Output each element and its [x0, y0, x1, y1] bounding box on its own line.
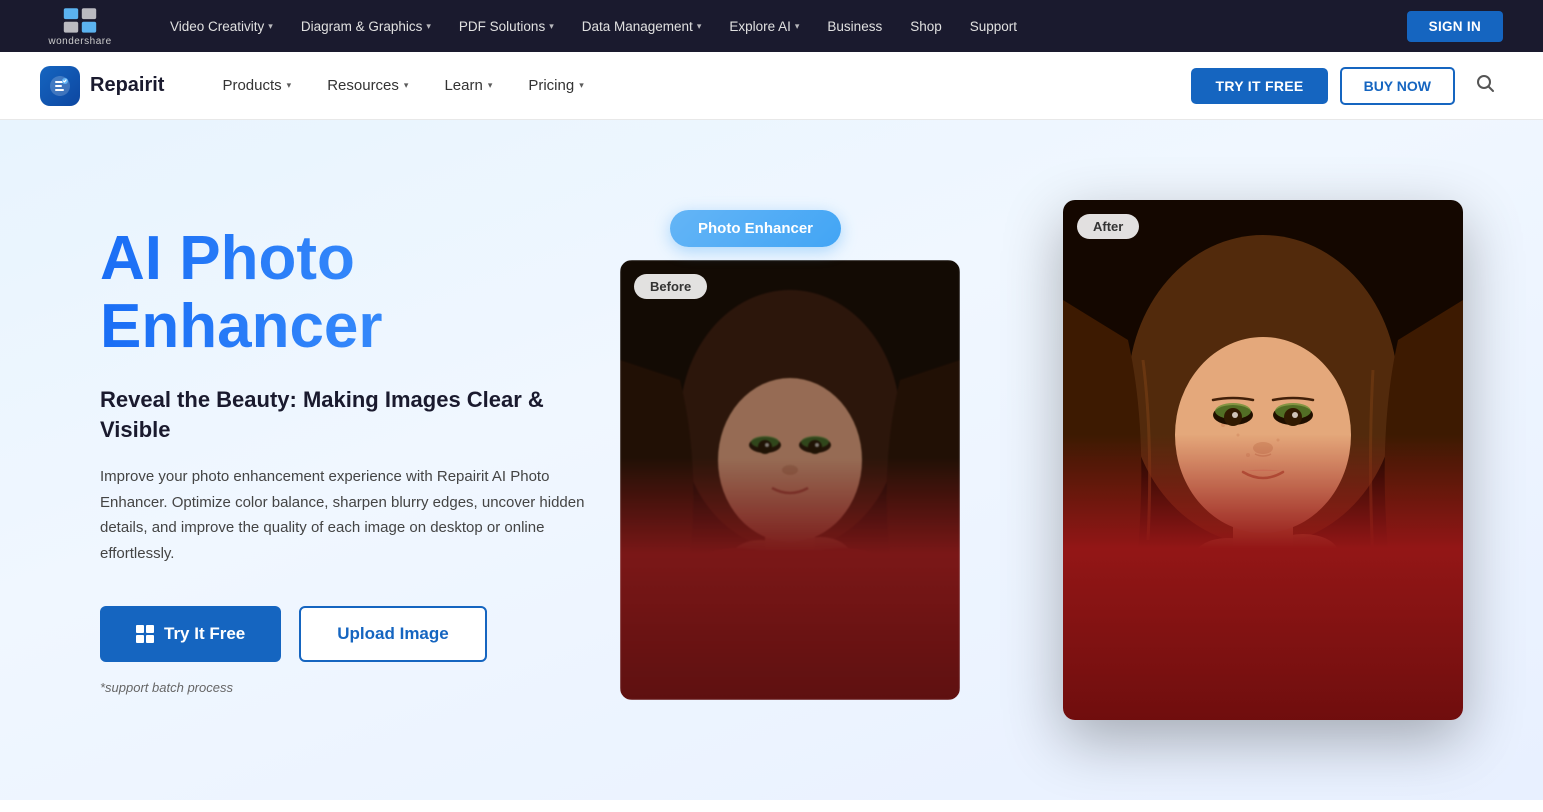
buy-now-button[interactable]: BUY NOW [1340, 67, 1455, 105]
hero-note: *support batch process [100, 680, 620, 695]
before-photo-svg [620, 260, 960, 700]
wondershare-logo-icon [62, 6, 98, 34]
second-nav-item-pricing[interactable]: Pricing ▾ [510, 52, 601, 120]
top-nav-item-support[interactable]: Support [956, 0, 1031, 52]
chevron-down-icon: ▾ [549, 21, 554, 32]
hero-subtitle: Reveal the Beauty: Making Images Clear &… [100, 385, 620, 444]
chevron-down-icon: ▾ [404, 80, 409, 91]
second-nav: Repairit Products ▾ Resources ▾ Learn ▾ … [0, 52, 1543, 120]
logo-area[interactable]: wondershare [40, 6, 120, 47]
hero-section: AI Photo Enhancer Reveal the Beauty: Mak… [0, 120, 1543, 800]
chevron-down-icon: ▾ [268, 21, 273, 32]
search-icon [1475, 73, 1495, 93]
top-nav-links: Video Creativity ▾ Diagram & Graphics ▾ … [156, 0, 1407, 52]
chevron-down-icon: ▾ [488, 80, 493, 91]
before-label: Before [634, 274, 707, 299]
wondershare-logo-text: wondershare [48, 36, 111, 47]
second-nav-item-products[interactable]: Products ▾ [204, 52, 309, 120]
before-photo [620, 260, 960, 700]
sign-in-button[interactable]: SIGN IN [1407, 11, 1503, 42]
after-image-wrap: After [1063, 200, 1463, 720]
top-nav-right: SIGN IN [1407, 11, 1503, 42]
brand-area[interactable]: Repairit [40, 66, 164, 106]
top-nav-item-pdf-solutions[interactable]: PDF Solutions ▾ [445, 0, 568, 52]
chevron-down-icon: ▾ [697, 21, 702, 32]
top-nav-item-business[interactable]: Business [813, 0, 896, 52]
hero-description: Improve your photo enhancement experienc… [100, 464, 590, 566]
top-nav-item-data-management[interactable]: Data Management ▾ [568, 0, 716, 52]
hero-try-free-button[interactable]: Try It Free [100, 606, 281, 662]
chevron-down-icon: ▾ [287, 80, 292, 91]
chevron-down-icon: ▾ [579, 80, 584, 91]
top-nav: wondershare Video Creativity ▾ Diagram &… [0, 0, 1543, 52]
try-free-button[interactable]: TRY IT FREE [1191, 68, 1327, 104]
hero-content: AI Photo Enhancer Reveal the Beauty: Mak… [100, 225, 620, 696]
top-nav-item-explore-ai[interactable]: Explore AI ▾ [715, 0, 813, 52]
before-image-wrap: Before [620, 260, 960, 700]
hero-buttons: Try It Free Upload Image [100, 606, 620, 662]
hero-image-area: Photo Enhancer Before [620, 200, 1463, 720]
chevron-down-icon: ▾ [795, 21, 800, 32]
second-nav-right: TRY IT FREE BUY NOW [1191, 67, 1503, 105]
chevron-down-icon: ▾ [426, 21, 431, 32]
photo-enhancer-bubble: Photo Enhancer [670, 210, 841, 247]
second-nav-links: Products ▾ Resources ▾ Learn ▾ Pricing ▾ [204, 52, 1191, 120]
top-nav-item-video-creativity[interactable]: Video Creativity ▾ [156, 0, 287, 52]
second-nav-item-learn[interactable]: Learn ▾ [426, 52, 510, 120]
brand-name: Repairit [90, 74, 164, 97]
after-photo-svg [1063, 200, 1463, 720]
after-photo [1063, 200, 1463, 720]
repairit-logo-icon [40, 66, 80, 106]
top-nav-item-diagram-graphics[interactable]: Diagram & Graphics ▾ [287, 0, 445, 52]
search-button[interactable] [1467, 69, 1503, 103]
top-nav-item-shop[interactable]: Shop [896, 0, 956, 52]
hero-upload-button[interactable]: Upload Image [299, 606, 486, 662]
hero-title: AI Photo Enhancer [100, 225, 620, 361]
second-nav-item-resources[interactable]: Resources ▾ [309, 52, 426, 120]
after-label: After [1077, 214, 1139, 239]
windows-icon [136, 625, 154, 643]
